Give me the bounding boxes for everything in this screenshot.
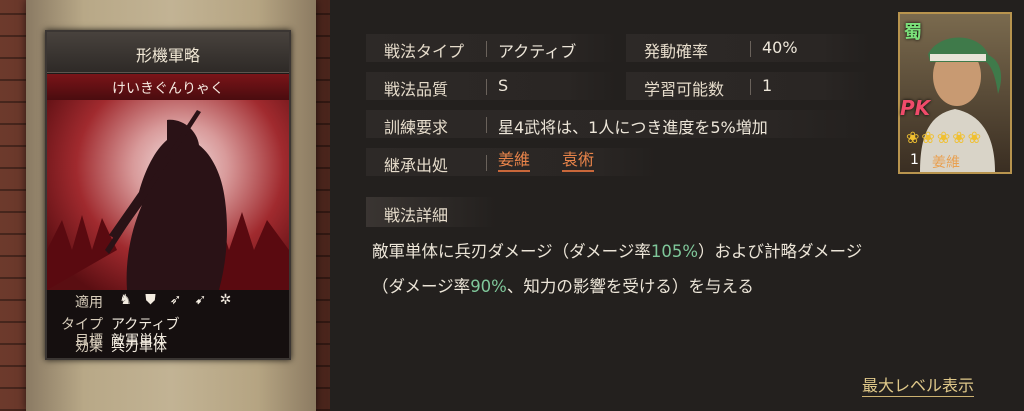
max-level-button[interactable]: 最大レベル表示 xyxy=(862,372,975,397)
shield-icon: ⛊ xyxy=(145,292,156,308)
desc-highlight: 90% xyxy=(470,277,507,296)
source-link-yuan-shu[interactable]: 袁術 xyxy=(562,150,595,172)
card-title: 形機軍略 xyxy=(135,46,200,65)
rate-label: 発動確率 xyxy=(644,42,709,61)
stat-value: 敵軍単体 xyxy=(111,333,167,349)
learn-value: 1 xyxy=(762,76,773,95)
star-rating: ❀❀❀❀❀ xyxy=(906,128,984,147)
desc-text: 、知力の影響を受ける）を与える xyxy=(506,277,754,296)
desc-text: 敵軍単体に兵刃ダメージ（ダメージ率 xyxy=(372,242,651,261)
type-value: アクティブ xyxy=(498,42,577,61)
stat-row-apply: 適用 ♞ ⛊ ➶ ➹ ✲ xyxy=(47,292,289,313)
divider xyxy=(750,79,751,95)
quality-value: S xyxy=(498,76,509,95)
general-level: 1 xyxy=(910,152,919,168)
archer-icon: ➶ xyxy=(169,292,182,308)
tactic-card: 形機軍略 けいきぐんりゃく 適用 ♞ ⛊ ➶ ➹ ✲ タイプ アクティブ 効果 … xyxy=(45,30,291,360)
stat-key: 適用 xyxy=(75,295,103,311)
quality-label: 戦法品質 xyxy=(384,80,449,99)
siege-icon: ✲ xyxy=(219,292,232,308)
pk-badge: PK xyxy=(900,96,931,120)
description-line-1: 敵軍単体に兵刃ダメージ（ダメージ率105%）および計略ダメージ xyxy=(372,238,862,262)
stat-row-target xyxy=(47,360,289,381)
divider xyxy=(750,41,751,57)
card-reading-bar: けいきぐんりゃく xyxy=(47,74,289,100)
spear-icon: ➹ xyxy=(194,292,207,308)
source-link-jiang-wei[interactable]: 姜維 xyxy=(498,150,531,172)
stat-row-target: 目標 敵軍単体 xyxy=(47,330,289,352)
general-name: 姜維 xyxy=(932,155,960,171)
train-value: 星4武将は、1人につき進度を5%増加 xyxy=(498,118,768,137)
warrior-silhouette xyxy=(47,110,289,290)
train-label: 訓練要求 xyxy=(384,118,449,137)
general-portrait[interactable]: 蜀 PK ❀❀❀❀❀ 1 姜維 xyxy=(898,12,1012,174)
divider xyxy=(486,41,487,57)
description-line-2: （ダメージ率90%、知力の影響を受ける）を与える xyxy=(372,273,754,297)
divider xyxy=(486,155,487,171)
stat-key: 目標 xyxy=(75,333,103,349)
desc-text: ）および計略ダメージ xyxy=(698,242,863,261)
cavalry-icon: ♞ xyxy=(119,292,132,308)
rate-value: 40% xyxy=(762,38,798,57)
learn-label: 学習可能数 xyxy=(644,80,725,99)
card-title-bar: 形機軍略 xyxy=(47,32,289,73)
desc-highlight: 105% xyxy=(650,242,699,261)
desc-text: （ダメージ率 xyxy=(372,277,471,296)
type-label: 戦法タイプ xyxy=(384,42,465,61)
details-heading: 戦法詳細 xyxy=(384,206,449,225)
divider xyxy=(486,117,487,133)
tactic-artwork xyxy=(47,100,289,290)
faction-badge: 蜀 xyxy=(904,22,922,43)
card-reading: けいきぐんりゃく xyxy=(112,81,224,97)
divider xyxy=(486,79,487,95)
source-label: 継承出処 xyxy=(384,156,449,175)
